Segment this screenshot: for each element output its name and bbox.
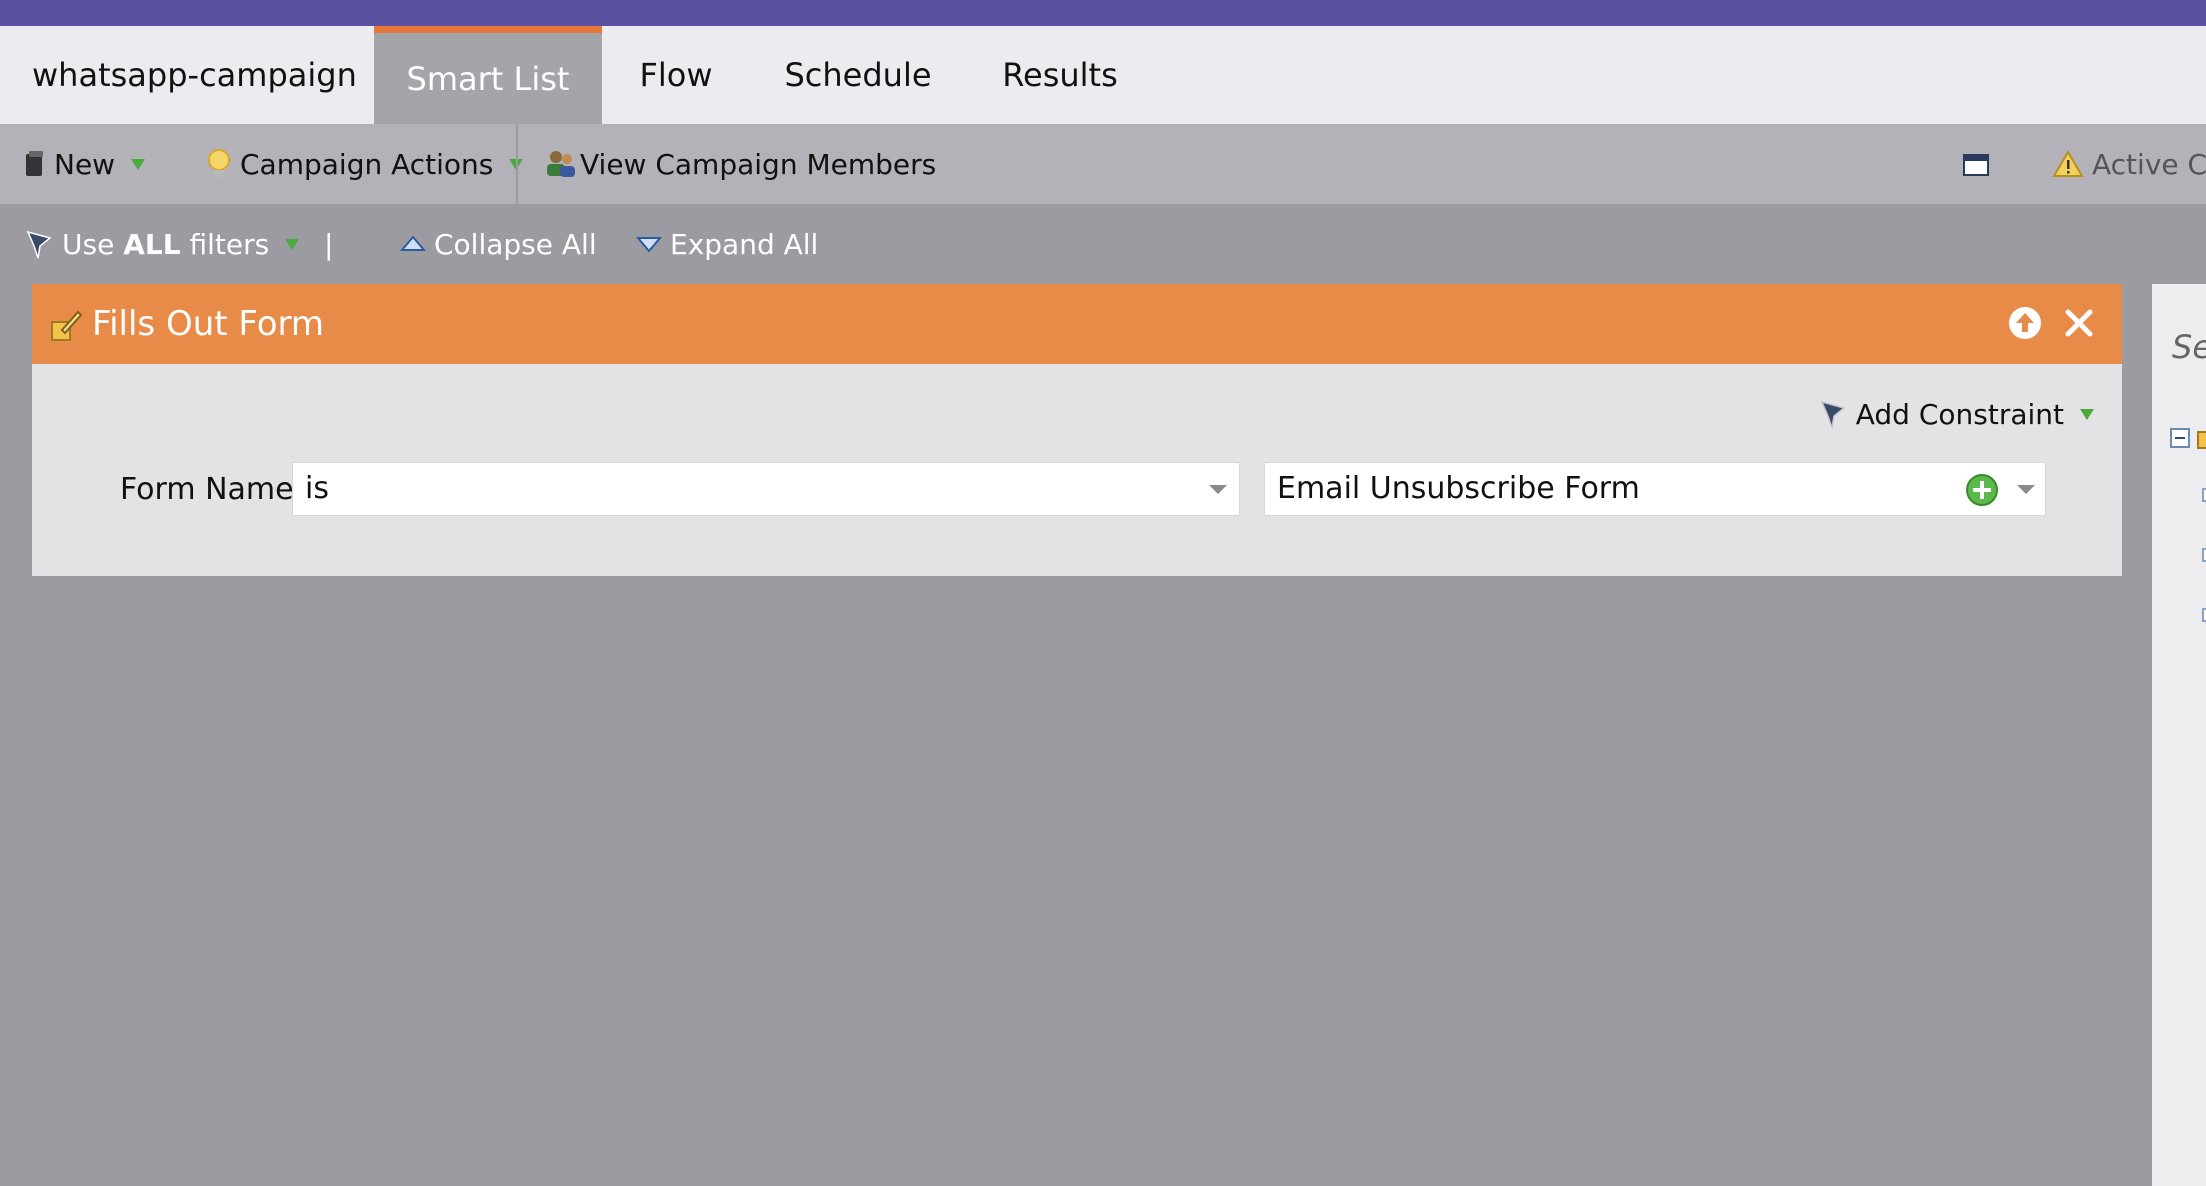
active-campaign-status[interactable]: Active Car [2052, 124, 2206, 204]
funnel-icon [1818, 398, 1848, 430]
campaign-actions-button[interactable]: Campaign Actions [206, 124, 524, 204]
chevron-down-icon [285, 238, 300, 250]
tree-item-icon[interactable] [2202, 548, 2206, 562]
new-document-icon [24, 150, 46, 178]
close-icon [2063, 307, 2095, 339]
warning-icon [2052, 150, 2084, 178]
new-button-label: New [54, 147, 116, 181]
move-up-button[interactable] [2006, 304, 2044, 342]
add-circle-icon[interactable] [1965, 473, 1999, 507]
filter-panel: Fills Out Form Add Constraint Form Name:… [32, 284, 2122, 576]
tab-flow[interactable]: Flow [602, 26, 750, 124]
operator-value: is [305, 471, 329, 506]
collapse-all-label: Collapse All [434, 227, 597, 261]
lightbulb-icon [206, 148, 232, 180]
collapse-all-button[interactable]: Collapse All [400, 204, 597, 284]
filter-library-panel: Se [2152, 284, 2206, 1186]
remove-filter-button[interactable] [2060, 304, 2098, 342]
form-value-select[interactable]: Email Unsubscribe Form [1264, 462, 2046, 516]
use-all-filters-label: Use ALL filters [62, 227, 270, 261]
add-constraint-label: Add Constraint [1855, 397, 2064, 431]
chevron-down-icon [2017, 485, 2035, 494]
tab-smart-list[interactable]: Smart List [374, 26, 602, 124]
top-brand-bar [0, 0, 2206, 26]
library-search-hint[interactable]: Se [2172, 328, 2206, 366]
arrow-up-circle-icon [2008, 306, 2042, 340]
tab-schedule[interactable]: Schedule [750, 26, 966, 124]
collapse-arrow-icon [400, 235, 426, 253]
active-campaign-label: Active Car [2092, 147, 2206, 181]
view-campaign-members-label: View Campaign Members [580, 147, 937, 181]
funnel-icon [24, 228, 54, 260]
campaign-actions-label: Campaign Actions [240, 147, 494, 181]
tree-item-icon[interactable] [2202, 608, 2206, 622]
folder-icon [2196, 426, 2206, 450]
members-icon [544, 148, 578, 180]
filter-panel-title: Fills Out Form [92, 304, 325, 344]
chevron-down-icon [1209, 485, 1227, 494]
expand-all-label: Expand All [670, 227, 819, 261]
use-all-filters-button[interactable]: Use ALL filters [24, 204, 300, 284]
expand-all-button[interactable]: Expand All [636, 204, 818, 284]
window-icon [1962, 151, 1990, 177]
operator-select[interactable]: is [292, 462, 1240, 516]
form-value: Email Unsubscribe Form [1277, 471, 1640, 506]
toolbar-divider [516, 124, 518, 204]
window-toggle-button[interactable] [1962, 124, 1990, 204]
collapse-tree-icon[interactable] [2170, 428, 2190, 448]
filter-separator: | [324, 227, 334, 261]
chevron-down-icon [2080, 408, 2094, 420]
new-button[interactable]: New [24, 124, 146, 204]
add-constraint-button[interactable]: Add Constraint [1818, 392, 2094, 436]
form-pencil-icon [50, 308, 82, 342]
form-name-label: Form Name: [120, 472, 304, 507]
tree-item-icon[interactable] [2202, 488, 2206, 502]
expand-arrow-icon [636, 235, 662, 253]
filter-bar: Use ALL filters | Collapse All Expand Al… [0, 204, 2206, 284]
filter-panel-header[interactable]: Fills Out Form [32, 284, 2122, 364]
tab-bar: whatsapp-campaign Smart List Flow Schedu… [0, 26, 2206, 124]
toolbar: New Campaign Actions View Campaign Membe… [0, 124, 2206, 204]
chevron-down-icon [131, 158, 146, 170]
tab-campaign-name[interactable]: whatsapp-campaign [0, 26, 374, 124]
tab-results[interactable]: Results [966, 26, 1154, 124]
view-campaign-members-button[interactable]: View Campaign Members [544, 124, 936, 204]
